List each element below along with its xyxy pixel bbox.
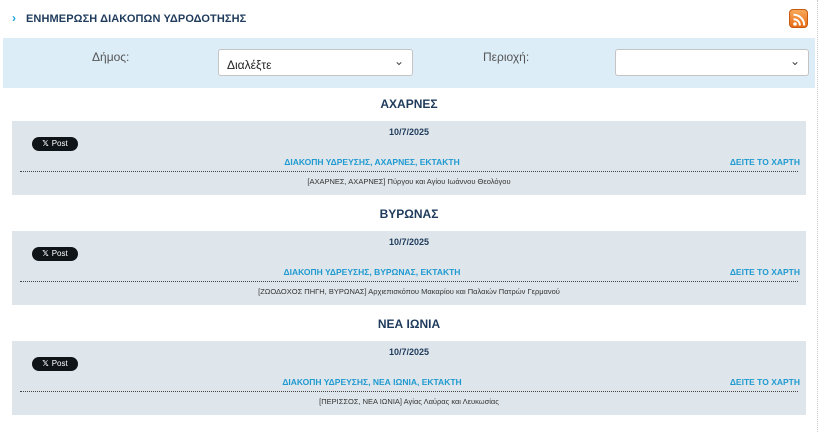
view-map-link[interactable]: ΔΕΙΤΕ ΤΟ ΧΑΡΤΗ <box>730 377 800 387</box>
x-logo-icon: 𝕏 <box>42 139 49 148</box>
chevron-down-icon: ⌄ <box>789 54 800 68</box>
outage-type-link[interactable]: ΔΙΑΚΟΠΗ ΥΔΡΕΥΣΗΣ, ΝΕΑ ΙΩΝΙΑ, ΕΚΤΑΚΤΗ <box>12 377 732 387</box>
x-post-button[interactable]: 𝕏 Post <box>32 357 78 371</box>
view-map-link[interactable]: ΔΕΙΤΕ ΤΟ ΧΑΡΤΗ <box>730 267 800 277</box>
outage-location: [ΖΩΟΔΟΧΟΣ ΠΗΓΗ, ΒΥΡΩΝΑΣ] Αρχιεπισκόπου Μ… <box>258 287 560 296</box>
x-logo-icon: 𝕏 <box>42 359 49 368</box>
view-map-link[interactable]: ΔΕΙΤΕ ΤΟ ΧΑΡΤΗ <box>730 157 800 167</box>
x-logo-icon: 𝕏 <box>42 249 49 258</box>
chevron-down-icon: ⌄ <box>393 54 404 68</box>
section-header: › ΕΝΗΜΕΡΩΣΗ ΔΙΑΚΟΠΩΝ ΥΔΡΟΔΟΤΗΣΗΣ <box>12 8 808 30</box>
chevron-right-icon: › <box>12 11 16 25</box>
area-select[interactable]: ⌄ <box>615 49 809 76</box>
outage-type-link[interactable]: ΔΙΑΚΟΠΗ ΥΔΡΕΥΣΗΣ, ΒΥΡΩΝΑΣ, ΕΚΤΑΚΤΗ <box>12 267 732 277</box>
area-label: Περιοχή: <box>483 50 530 64</box>
outage-location: [ΠΕΡΙΣΣΟΣ, ΝΕΑ ΙΩΝΙΑ] Αγίας Λαύρας και Λ… <box>319 397 499 406</box>
outage-card: 10/7/2025 𝕏 Post ΔΙΑΚΟΠΗ ΥΔΡΕΥΣΗΣ, ΑΧΑΡΝΕ… <box>12 121 806 195</box>
outage-card: 10/7/2025 𝕏 Post ΔΙΑΚΟΠΗ ΥΔΡΕΥΣΗΣ, ΒΥΡΩΝΑ… <box>12 231 806 305</box>
region-title: ΝΕΑ ΙΩΝΙΑ <box>377 317 441 331</box>
outage-location: [ΑΧΑΡΝΕΣ, ΑΧΑΡΝΕΣ] Πύργου και Αγίου Ιωάν… <box>307 177 511 186</box>
divider <box>20 391 798 392</box>
filter-bar: Δήμος: Διαλέξτε ⌄ Περιοχή: ⌄ <box>3 38 815 88</box>
outage-date: 10/7/2025 <box>388 347 430 357</box>
municipality-select[interactable]: Διαλέξτε ⌄ <box>218 49 413 76</box>
outage-date: 10/7/2025 <box>388 127 430 137</box>
outage-date: 10/7/2025 <box>388 237 430 247</box>
region-title: ΑΧΑΡΝΕΣ <box>380 97 438 111</box>
outage-card: 10/7/2025 𝕏 Post ΔΙΑΚΟΠΗ ΥΔΡΕΥΣΗΣ, ΝΕΑ ΙΩ… <box>12 341 806 415</box>
municipality-select-value: Διαλέξτε <box>227 58 272 72</box>
page-border <box>817 0 818 432</box>
x-post-button[interactable]: 𝕏 Post <box>32 247 78 261</box>
municipality-label: Δήμος: <box>92 50 130 64</box>
x-post-label: Post <box>51 139 68 148</box>
region-title: ΒΥΡΩΝΑΣ <box>379 207 439 221</box>
page-title: ΕΝΗΜΕΡΩΣΗ ΔΙΑΚΟΠΩΝ ΥΔΡΟΔΟΤΗΣΗΣ <box>26 13 247 25</box>
x-post-button[interactable]: 𝕏 Post <box>32 137 78 151</box>
divider <box>20 281 798 282</box>
divider <box>20 171 798 172</box>
x-post-label: Post <box>51 249 68 258</box>
x-post-label: Post <box>51 359 68 368</box>
outage-type-link[interactable]: ΔΙΑΚΟΠΗ ΥΔΡΕΥΣΗΣ, ΑΧΑΡΝΕΣ, ΕΚΤΑΚΤΗ <box>12 157 732 167</box>
rss-icon[interactable] <box>789 9 808 28</box>
